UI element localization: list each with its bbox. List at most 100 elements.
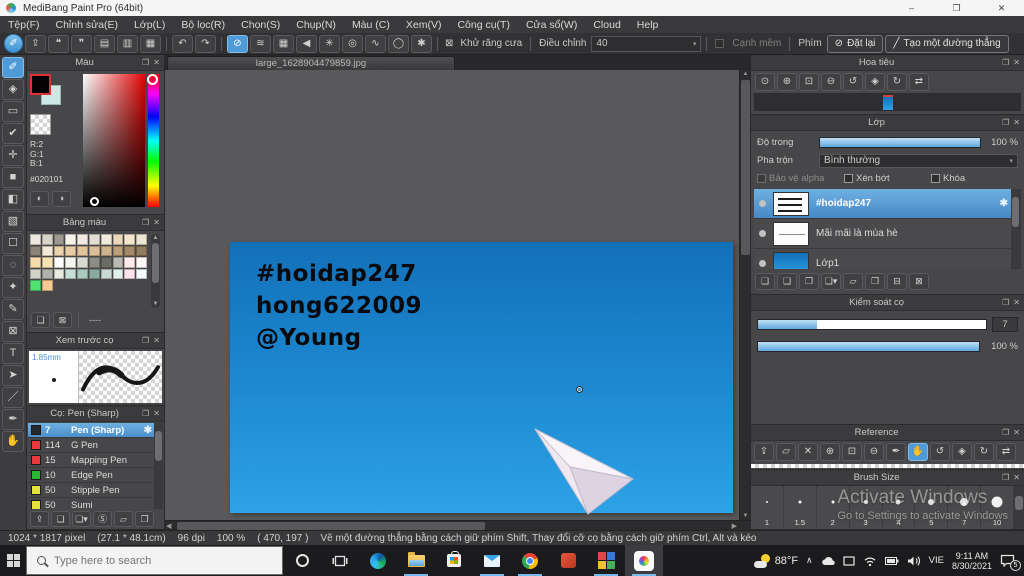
palette-swatch[interactable] [41,280,53,291]
tray-chevron-icon[interactable]: ∧ [806,555,813,566]
office-button[interactable] [549,545,587,576]
palette-swatch[interactable] [112,245,124,256]
menu-bo-loc[interactable]: Bộ lọc(R) [173,19,233,31]
palette-swatch[interactable] [30,234,41,245]
close-icon[interactable]: ✕ [1013,298,1020,307]
close-icon[interactable]: ✕ [1013,58,1020,67]
clock[interactable]: 9:11 AM 8/30/2021 [952,551,992,571]
brush-duplicate-button[interactable]: ❐ [135,511,154,527]
saturation-picker[interactable] [83,74,145,207]
palette-swatch[interactable] [100,268,112,279]
layer-add-menu-button[interactable]: ❏▾ [821,272,841,290]
volume-icon[interactable] [907,555,921,567]
menu-mau[interactable]: Màu (C) [344,19,398,31]
palette-swatch[interactable] [136,268,147,279]
hand-tool[interactable]: ✋ [2,431,24,452]
palette-add-button[interactable]: ❏ [31,312,50,328]
canvas-tab[interactable]: large_1628904479859.jpg [167,56,455,70]
palette-swatch[interactable] [100,257,112,268]
palette-swatch[interactable] [124,257,136,268]
close-button[interactable]: ✕ [979,0,1024,16]
palette-swatch[interactable] [88,268,100,279]
popout-icon[interactable]: ❐ [142,58,149,67]
layer-row-hoidap247[interactable]: #hoidap247 ✱ [754,189,1021,219]
layer-folder-button[interactable]: ▱ [843,272,863,290]
brush-size-cell[interactable]: 5 [915,486,949,529]
redo-button[interactable]: ↷ [195,34,216,53]
nav-zoom-reset-button[interactable]: ⊙ [755,73,775,91]
menu-chinh-sua[interactable]: Chỉnh sửa(E) [48,19,126,31]
brush-size-cell[interactable]: 2 [817,486,850,529]
popout-icon[interactable]: ❐ [1002,118,1009,127]
magic-wand-tool[interactable]: ✦ [2,277,24,298]
ref-close-button[interactable]: ✕ [798,443,818,461]
layer-add-1bit-button[interactable]: ❒ [799,272,819,290]
snap-settings-button[interactable]: ✱ [411,34,432,53]
layer-row-mai-mai-la-mua-he[interactable]: Mãi mãi là mùa hè [754,219,1021,249]
opacity-slider[interactable] [819,137,981,148]
lasso-tool[interactable]: ◌ [2,255,24,276]
no-snap-button[interactable]: ⊘ [227,34,248,53]
layer-list-scrollbar[interactable] [1011,189,1021,269]
medibang-button[interactable] [625,545,663,576]
battery-icon[interactable] [884,556,899,566]
rect-tool[interactable]: ▭ [2,101,24,122]
brush-size-cell[interactable]: 3 [850,486,883,529]
menu-cua-so[interactable]: Cửa sổ(W) [518,19,585,31]
brush-row-edge-pen[interactable]: 10 Edge Pen [28,468,163,483]
menu-xem[interactable]: Xem(V) [398,19,450,31]
fill-shape-tool[interactable]: ■ [2,167,24,188]
taskbar-search[interactable] [26,546,283,575]
bucket-tool[interactable]: ◧ [2,189,24,210]
hue-bar[interactable] [147,74,159,207]
ref-open-button[interactable]: ▱ [776,443,796,461]
palette-swatch[interactable] [100,234,112,245]
nav-rotate-reset-button[interactable]: ◈ [865,73,885,91]
document-button[interactable]: ▤ [94,34,115,53]
brush-row-stipple-pen[interactable]: 50 Stipple Pen [28,483,163,498]
blend-select[interactable]: Bình thường ▾ [819,153,1018,168]
palette-swatch[interactable] [77,257,88,268]
layer-add-halftone-button[interactable]: ❑ [777,272,797,290]
close-icon[interactable]: ✕ [1013,473,1020,482]
scroll-up-icon[interactable]: ▲ [740,71,750,77]
palette-swatch[interactable] [124,245,136,256]
nav-rotate-ccw-button[interactable]: ↺ [843,73,863,91]
scroll-left-icon[interactable]: ◀ [166,522,171,530]
brush-row-pen-sharp[interactable]: 7 Pen (Sharp) ✱ [28,423,163,438]
language-indicator[interactable]: VIE [929,555,944,566]
concentric-snap-button[interactable]: ◎ [342,34,363,53]
reset-button[interactable]: ⊘ Đặt lại [826,34,884,53]
palette-swatch[interactable] [41,257,53,268]
brush-add-button[interactable]: ❏ [51,511,70,527]
minimize-button[interactable]: – [889,0,934,16]
ref-zoom-in-button[interactable]: ⊕ [820,443,840,461]
nav-fit-button[interactable]: ⊡ [799,73,819,91]
correction-select[interactable]: 40 ▾ [591,35,702,52]
start-button[interactable] [0,545,26,576]
clipping-checkbox[interactable] [844,173,853,183]
palette-swatch[interactable] [30,268,41,279]
store-button[interactable] [435,545,473,576]
antialias-label[interactable]: Khử răng cưa [460,38,522,49]
palette-swatch[interactable] [53,245,65,256]
publish-button[interactable]: ⇪ [25,34,46,53]
layer-visibility-dot[interactable] [759,230,766,237]
ref-rotate-reset-button[interactable]: ◈ [952,443,972,461]
brush-tool[interactable]: ✐ [2,57,24,78]
move-tool[interactable]: ✛ [2,145,24,166]
list-button[interactable]: ▥ [117,34,138,53]
close-icon[interactable]: ✕ [153,218,160,227]
ref-cloud-button[interactable]: ⇪ [754,443,774,461]
hue-cursor[interactable] [147,74,158,85]
layer-delete-button[interactable]: ⊠ [909,272,929,290]
brush-size-cell[interactable]: 4 [883,486,916,529]
brush-size-cell[interactable]: 10 [981,486,1014,529]
wifi-icon[interactable] [863,555,877,567]
color-wheel-button[interactable]: ◐ [30,190,49,207]
menu-chon[interactable]: Chọn(S) [233,19,288,31]
create-line-button[interactable]: ╱ Tạo một đường thẳng [885,34,1009,53]
close-icon[interactable]: ✕ [153,58,160,67]
palette-swatch[interactable] [77,245,88,256]
scroll-down-icon[interactable]: ▼ [740,513,750,519]
